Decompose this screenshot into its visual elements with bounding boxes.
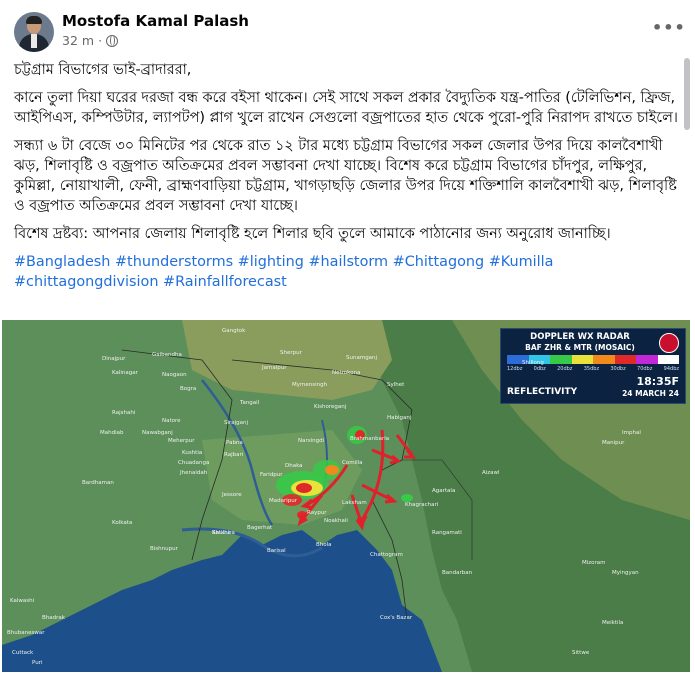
place-label: Cox's Bazar — [380, 615, 413, 621]
scale-swatch — [593, 355, 615, 364]
place-label: Rangamati — [432, 530, 462, 536]
place-label: Sunamganj — [346, 355, 378, 361]
place-label: Laksham — [342, 500, 367, 506]
place-label: Naogaon — [162, 372, 187, 378]
place-label: Faridpur — [260, 472, 283, 478]
place-label: Narsingdi — [298, 438, 325, 444]
radar-time: 18:35F — [636, 375, 679, 388]
place-label: Bandarban — [442, 570, 473, 576]
radar-subtitle: BAF ZHR & MTR (MOSAIC) — [525, 343, 635, 352]
scale-tick: 0dbz — [533, 366, 546, 372]
author-avatar[interactable] — [14, 12, 54, 52]
place-label: Jhenaidah — [180, 470, 208, 476]
place-label: Agartala — [432, 488, 456, 494]
scale-swatch — [571, 355, 593, 364]
place-label: Noakhali — [324, 518, 348, 524]
place-label: Madaripur — [269, 498, 298, 504]
author-name[interactable]: Mostofa Kamal Palash — [62, 12, 249, 30]
post-time[interactable]: 32 m — [62, 33, 94, 48]
place-label: Chattogram — [370, 552, 403, 558]
scale-ticks: 12dbz 0dbz 20dbz 35dbz 30dbz 70dbz 94dbz — [507, 366, 679, 372]
place-label: Kushtia — [182, 450, 203, 456]
place-label: Sittwe — [572, 650, 590, 656]
place-label: Rajshahi — [112, 410, 136, 416]
place-label: Raypur — [307, 510, 327, 516]
globe-icon — [106, 34, 119, 47]
place-label: Dhaka — [285, 463, 303, 469]
scale-tick: 35dbz — [583, 366, 600, 372]
place-label: Khagrachari — [405, 502, 439, 508]
place-label: Aizawl — [482, 470, 500, 476]
place-label: Imphal — [622, 430, 641, 436]
place-label: Sylhet — [387, 382, 405, 388]
place-label: Mizoram — [582, 560, 606, 566]
scrollbar[interactable] — [684, 58, 690, 130]
place-label: Gaibandha — [152, 352, 182, 358]
place-label: Kishoreganj — [314, 404, 347, 410]
scale-tick: 20dbz — [557, 366, 573, 372]
place-label: Cuttack — [12, 650, 34, 656]
scale-tick: 70dbz — [637, 366, 653, 372]
scale-tick: 12dbz — [507, 366, 523, 372]
post-hashtags[interactable]: #Bangladesh #thunderstorms #lighting #ha… — [14, 252, 682, 292]
radar-legend-box: DOPPLER WX RADAR BAF ZHR & MTR (MOSAIC) … — [500, 328, 686, 404]
radar-product-label: REFLECTIVITY — [507, 387, 578, 397]
place-label: Meherpur — [168, 438, 195, 444]
place-label: Habiganj — [387, 415, 412, 421]
place-label: Bishnupur — [150, 546, 178, 552]
place-label: Mymensingh — [292, 382, 328, 388]
place-label: Bagerhat — [247, 525, 273, 531]
place-label: Meiktila — [602, 620, 624, 626]
post-meta: 32 m · — [62, 33, 119, 48]
place-label: Comilla — [342, 460, 363, 466]
place-label: Kalinagar — [112, 370, 138, 376]
meta-separator: · — [98, 33, 103, 48]
scale-swatch — [614, 355, 636, 364]
radar-title: DOPPLER WX RADAR — [530, 332, 630, 342]
place-label: Sherpur — [280, 350, 302, 356]
post-paragraph-3: সন্ধ্যা ৬ টা বেজে ৩০ মিনিটের পর থেকে রাত… — [14, 138, 677, 214]
place-label: Tangail — [240, 400, 260, 406]
place-label: Bhola — [316, 542, 332, 548]
post-body: চট্টগ্রাম বিভাগের ভাই-ব্রাদাররা, কানে তু… — [14, 60, 682, 300]
place-label: Pabna — [226, 440, 243, 446]
place-label: Gangtok — [222, 328, 246, 334]
scale-tick: 94dbz — [663, 366, 679, 372]
place-label: Chuadanga — [178, 460, 210, 466]
place-label: Dinajpur — [102, 356, 126, 362]
place-label: Barisal — [267, 548, 286, 554]
place-label: Sirajganj — [224, 420, 249, 426]
place-label: Satkhira — [212, 530, 235, 536]
place-label: Jessore — [222, 492, 242, 498]
facebook-post: Mostofa Kamal Palash 32 m · ••• চট্টগ্রা… — [0, 0, 695, 673]
radar-date: 24 MARCH 24 — [622, 389, 679, 398]
place-label: Puri — [32, 660, 43, 666]
baf-logo-icon — [659, 333, 679, 353]
scale-swatch — [550, 355, 572, 364]
scale-tick: 30dbz — [610, 366, 626, 372]
post-paragraph-1: চট্টগ্রাম বিভাগের ভাই-ব্রাদাররা, — [14, 62, 192, 78]
place-label: Shillong — [522, 360, 544, 366]
place-label: Mahdiab — [100, 430, 124, 436]
place-label: Rajbari — [224, 452, 244, 458]
scale-swatch — [657, 355, 679, 364]
place-label: Netrokona — [332, 370, 361, 376]
place-label: Bardhaman — [82, 480, 114, 486]
place-label: Bhadrak — [42, 615, 65, 621]
place-label: Kolkata — [112, 520, 133, 526]
place-label: Manipur — [602, 440, 625, 446]
radar-map-image[interactable]: DOPPLER WX RADAR BAF ZHR & MTR (MOSAIC) … — [2, 320, 690, 672]
place-label: Myingyan — [612, 570, 639, 576]
place-label: Kalwashi — [10, 598, 35, 604]
more-options-icon[interactable]: ••• — [652, 18, 686, 37]
place-label: Natore — [162, 418, 181, 424]
scale-swatch — [636, 355, 658, 364]
post-paragraph-2: কানে তুলা দিয়া ঘরের দরজা বন্ধ করে বইসা … — [14, 90, 678, 126]
place-label: Bhubaneswar — [7, 630, 45, 636]
place-label: Nawabganj — [142, 430, 173, 436]
place-label: Bogra — [180, 386, 197, 392]
place-label: Brahmanbaria — [350, 436, 390, 442]
place-label: Jamalpur — [262, 365, 287, 371]
post-paragraph-4: বিশেষ দ্রষ্টব্য: আপনার জেলায় শিলাবৃষ্টি… — [14, 226, 611, 242]
